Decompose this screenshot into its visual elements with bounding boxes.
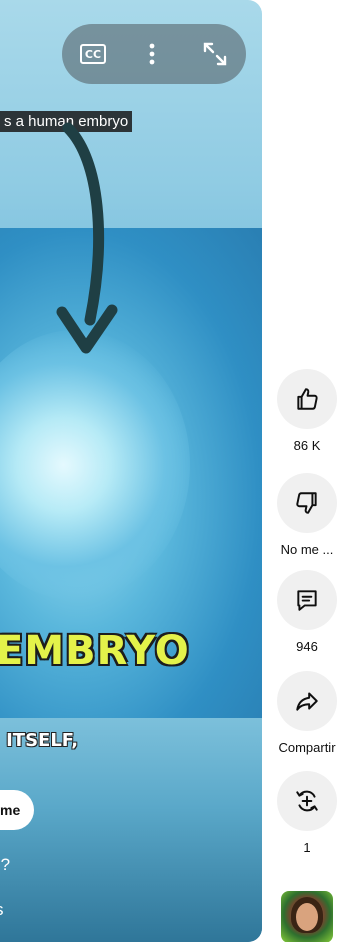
dislike-label: No me ...: [280, 542, 334, 557]
channel-avatar[interactable]: [281, 891, 333, 942]
question-text: nking?: [0, 855, 11, 874]
share-button[interactable]: [277, 671, 337, 731]
secondary-text: s: [0, 900, 4, 920]
captions-button[interactable]: CC: [78, 24, 108, 84]
fullscreen-icon: [203, 42, 227, 66]
avatar-face: [296, 903, 318, 931]
thumbs-up-icon: [297, 388, 318, 410]
dislike-button[interactable]: [277, 473, 337, 533]
video-player[interactable]: s a human embryo EMBRYO NG ITSELF, me nk…: [0, 0, 262, 942]
cc-icon: CC: [80, 44, 106, 64]
video-lower-gradient: [0, 718, 262, 942]
overlay-subtitle: NG ITSELF,: [0, 730, 79, 751]
fullscreen-button[interactable]: [200, 24, 230, 84]
overlay-title: EMBRYO: [0, 628, 190, 674]
comments-button[interactable]: [277, 570, 337, 630]
like-button[interactable]: [277, 369, 337, 429]
shorts-player: s a human embryo EMBRYO NG ITSELF, me nk…: [0, 0, 342, 942]
like-count: 86 K: [293, 438, 321, 453]
more-options-button[interactable]: [140, 24, 164, 84]
comment-icon: [297, 590, 317, 611]
player-controls-bar: CC: [62, 24, 246, 84]
more-vert-icon: [149, 43, 155, 65]
arrow-graphic: [56, 122, 118, 354]
remix-count: 1: [303, 840, 311, 855]
remix-button[interactable]: [277, 771, 337, 831]
thumbs-down-icon: [296, 492, 317, 514]
remix-icon: [296, 790, 318, 812]
share-icon: [296, 692, 318, 711]
share-label: Compartir: [278, 740, 336, 755]
comments-count: 946: [296, 639, 318, 654]
